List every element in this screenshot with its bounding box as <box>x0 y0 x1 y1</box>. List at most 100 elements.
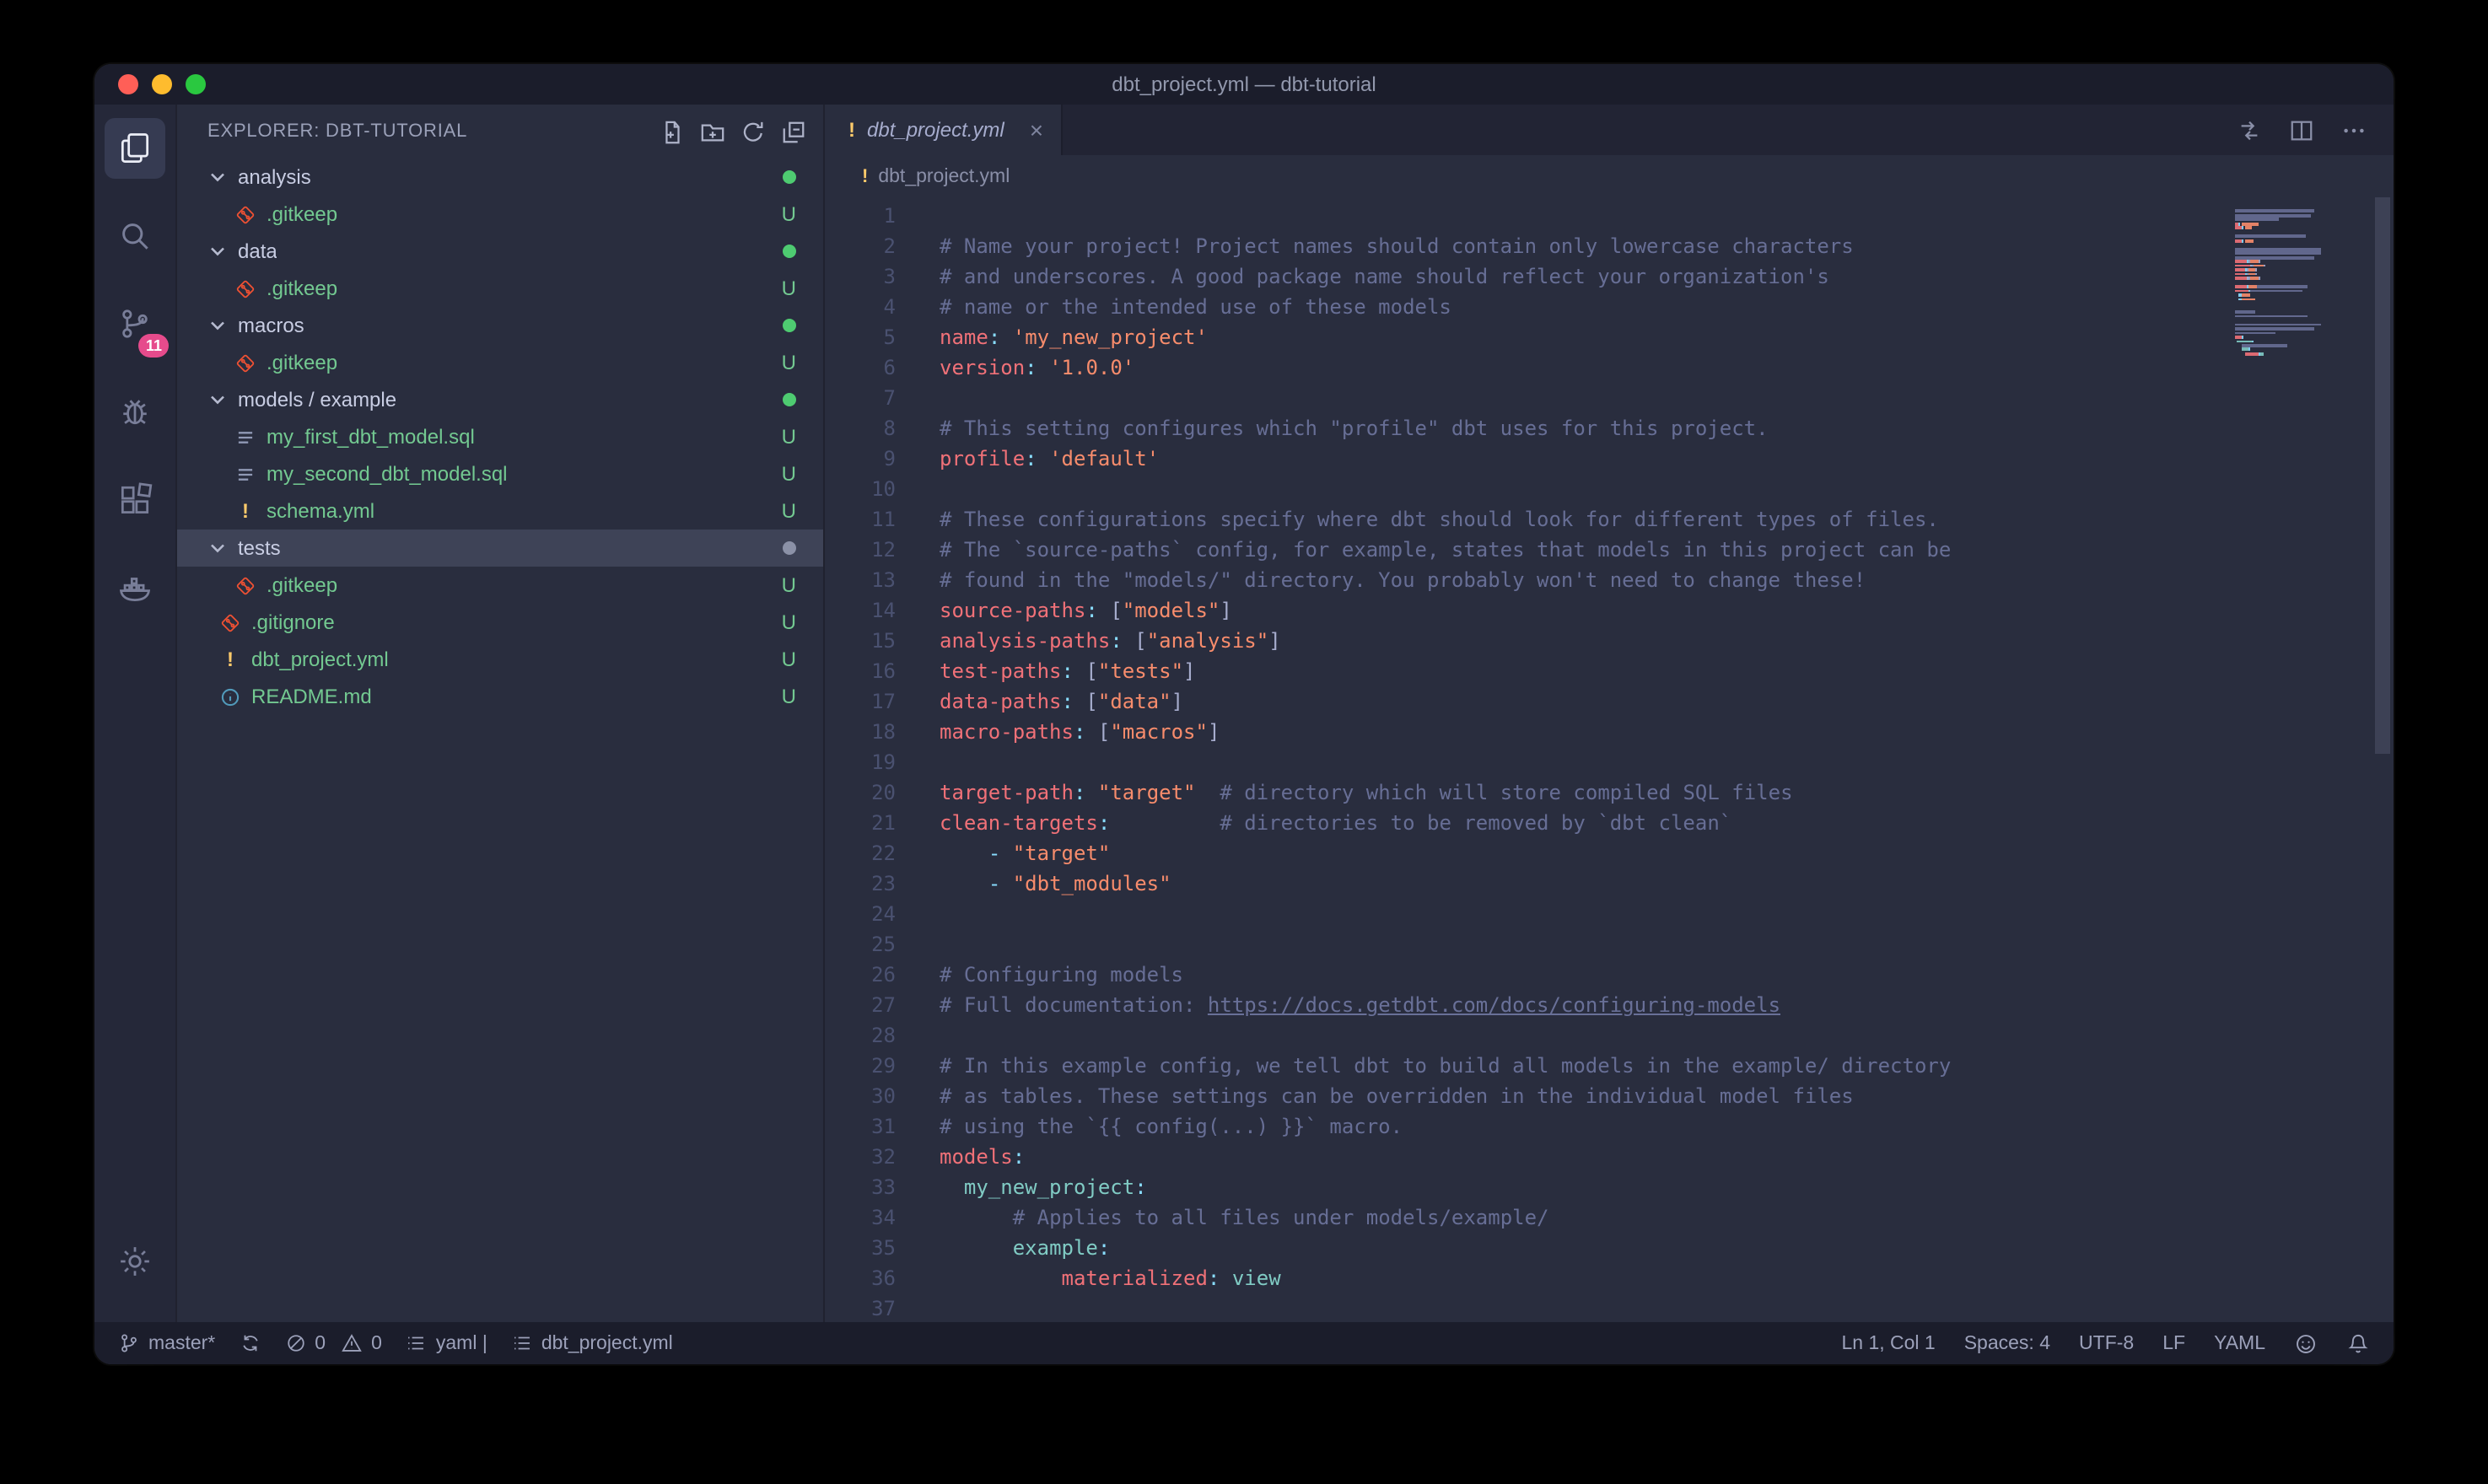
feedback-smiley-icon[interactable] <box>2294 1331 2318 1355</box>
activity-docker[interactable] <box>94 543 175 631</box>
tree-item-models-example[interactable]: models / example <box>177 381 823 418</box>
code-line-3[interactable]: 3# and underscores. A good package name … <box>825 261 2394 292</box>
tree-item-.gitkeep[interactable]: .gitkeepU <box>177 344 823 381</box>
tree-item-macros[interactable]: macros <box>177 307 823 344</box>
new-folder-icon[interactable] <box>700 119 725 144</box>
tree-item-.gitignore[interactable]: .gitignoreU <box>177 604 823 641</box>
code-line-4[interactable]: 4# name or the intended use of these mod… <box>825 292 2394 322</box>
code-line-13[interactable]: 13# found in the "models/" directory. Yo… <box>825 565 2394 595</box>
tree-item-data[interactable]: data <box>177 233 823 270</box>
code-line-29[interactable]: 29# In this example config, we tell dbt … <box>825 1051 2394 1081</box>
tree-item-schema.yml[interactable]: !schema.ymlU <box>177 492 823 530</box>
title-bar[interactable]: dbt_project.yml — dbt-tutorial <box>94 64 2394 105</box>
code-line-1[interactable]: 1 <box>825 201 2394 231</box>
close-tab-icon[interactable]: × <box>1030 118 1043 142</box>
code-line-32[interactable]: 32models: <box>825 1142 2394 1172</box>
code-line-6[interactable]: 6version: '1.0.0' <box>825 352 2394 383</box>
branch-status[interactable]: master* <box>118 1332 215 1354</box>
code-line-5[interactable]: 5name: 'my_new_project' <box>825 322 2394 352</box>
code-line-2[interactable]: 2# Name your project! Project names shou… <box>825 231 2394 261</box>
line-number: 33 <box>825 1172 896 1202</box>
code-line-10[interactable]: 10 <box>825 474 2394 504</box>
code-line-7[interactable]: 7 <box>825 383 2394 413</box>
encoding-status[interactable]: UTF-8 <box>2079 1333 2134 1353</box>
activity-debug[interactable] <box>94 368 175 455</box>
activity-source-control[interactable]: 11 <box>94 280 175 368</box>
minimize-window-button[interactable] <box>152 74 172 94</box>
more-actions-icon[interactable] <box>2341 117 2367 142</box>
code-line-21[interactable]: 21clean-targets: # directories to be rem… <box>825 808 2394 838</box>
activity-explorer[interactable] <box>94 105 175 192</box>
line-number: 3 <box>825 261 896 292</box>
tab-bar: ! dbt_project.yml × <box>825 105 2394 155</box>
open-changes-icon[interactable] <box>2237 117 2262 142</box>
notifications-bell-icon[interactable] <box>2346 1331 2370 1355</box>
tree-item-tests[interactable]: tests <box>177 530 823 567</box>
code-line-36[interactable]: 36 materialized: view <box>825 1263 2394 1293</box>
collapse-all-icon[interactable] <box>781 119 806 144</box>
code-line-31[interactable]: 31# using the `{{ config(...) }}` macro. <box>825 1111 2394 1142</box>
close-window-button[interactable] <box>118 74 138 94</box>
split-editor-icon[interactable] <box>2289 117 2314 142</box>
code-link[interactable]: https://docs.getdbt.com/docs/configuring… <box>1208 993 1780 1017</box>
cursor-position[interactable]: Ln 1, Col 1 <box>1841 1333 1935 1353</box>
minimap[interactable] <box>2235 206 2367 361</box>
code-area[interactable]: 12# Name your project! Project names sho… <box>825 201 2394 1322</box>
tree-item-my-second-dbt-model.sql[interactable]: my_second_dbt_model.sqlU <box>177 455 823 492</box>
editor[interactable]: 12# Name your project! Project names sho… <box>825 197 2394 1322</box>
file-status[interactable]: dbt_project.yml <box>511 1332 673 1354</box>
code-line-27[interactable]: 27# Full documentation: https://docs.get… <box>825 990 2394 1020</box>
tree-item-.gitkeep[interactable]: .gitkeepU <box>177 567 823 604</box>
indentation-status[interactable]: Spaces: 4 <box>1964 1333 2050 1353</box>
code-line-28[interactable]: 28 <box>825 1020 2394 1051</box>
line-number: 36 <box>825 1263 896 1293</box>
sync-button[interactable] <box>239 1332 261 1354</box>
tree-item-my-first-dbt-model.sql[interactable]: my_first_dbt_model.sqlU <box>177 418 823 455</box>
code-line-37[interactable]: 37 <box>825 1293 2394 1322</box>
code-line-11[interactable]: 11# These configurations specify where d… <box>825 504 2394 535</box>
code-line-15[interactable]: 15analysis-paths: ["analysis"] <box>825 626 2394 656</box>
activity-extensions[interactable] <box>94 455 175 543</box>
code-line-19[interactable]: 19 <box>825 747 2394 777</box>
zoom-window-button[interactable] <box>186 74 206 94</box>
tree-item-.gitkeep[interactable]: .gitkeepU <box>177 270 823 307</box>
code-line-30[interactable]: 30# as tables. These settings can be ove… <box>825 1081 2394 1111</box>
code-line-24[interactable]: 24 <box>825 899 2394 929</box>
code-text: # Full documentation: https://docs.getdb… <box>896 990 1780 1020</box>
scm-badge: 11 <box>139 334 169 358</box>
yaml-schema-status[interactable]: yaml | <box>406 1332 487 1354</box>
breadcrumb[interactable]: ! dbt_project.yml <box>825 155 2394 197</box>
code-text: profile: 'default' <box>896 444 1159 474</box>
problems-status[interactable]: 0 0 <box>284 1332 382 1354</box>
code-line-25[interactable]: 25 <box>825 929 2394 960</box>
code-line-20[interactable]: 20target-path: "target" # directory whic… <box>825 777 2394 808</box>
tree-item-readme.md[interactable]: README.mdU <box>177 678 823 715</box>
code-line-34[interactable]: 34 # Applies to all files under models/e… <box>825 1202 2394 1233</box>
breadcrumb-item-file[interactable]: dbt_project.yml <box>878 166 1010 186</box>
tab-dbt-project-yml[interactable]: ! dbt_project.yml × <box>825 105 1062 155</box>
git-status-badge: U <box>782 202 823 226</box>
tree-item-dbt-project.yml[interactable]: !dbt_project.ymlU <box>177 641 823 678</box>
code-line-9[interactable]: 9profile: 'default' <box>825 444 2394 474</box>
new-file-icon[interactable] <box>660 119 685 144</box>
warning-icon: ! <box>233 499 258 523</box>
code-line-23[interactable]: 23 - "dbt_modules" <box>825 868 2394 899</box>
code-line-22[interactable]: 22 - "target" <box>825 838 2394 868</box>
code-line-35[interactable]: 35 example: <box>825 1233 2394 1263</box>
refresh-icon[interactable] <box>740 119 766 144</box>
code-line-16[interactable]: 16test-paths: ["tests"] <box>825 656 2394 686</box>
code-line-18[interactable]: 18macro-paths: ["macros"] <box>825 717 2394 747</box>
language-mode[interactable]: YAML <box>2214 1333 2265 1353</box>
code-line-26[interactable]: 26# Configuring models <box>825 960 2394 990</box>
code-line-33[interactable]: 33 my_new_project: <box>825 1172 2394 1202</box>
eol-status[interactable]: LF <box>2162 1333 2185 1353</box>
tree-item-.gitkeep[interactable]: .gitkeepU <box>177 196 823 233</box>
code-line-12[interactable]: 12# The `source-paths` config, for examp… <box>825 535 2394 565</box>
activity-settings[interactable] <box>94 1218 175 1305</box>
tree-item-analysis[interactable]: analysis <box>177 159 823 196</box>
activity-search[interactable] <box>94 192 175 280</box>
code-line-8[interactable]: 8# This setting configures which "profil… <box>825 413 2394 444</box>
scrollbar-thumb[interactable] <box>2375 197 2390 754</box>
code-line-17[interactable]: 17data-paths: ["data"] <box>825 686 2394 717</box>
code-line-14[interactable]: 14source-paths: ["models"] <box>825 595 2394 626</box>
